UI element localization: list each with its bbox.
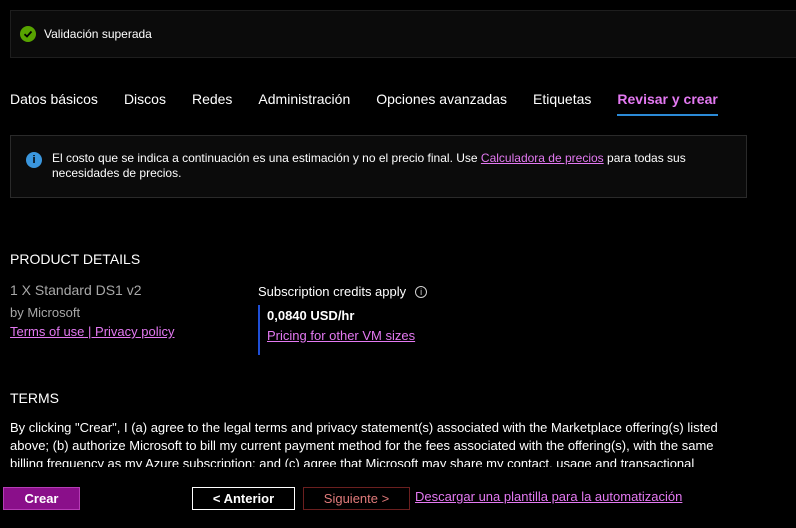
tab-etiquetas[interactable]: Etiquetas [533, 88, 591, 116]
privacy-policy-link[interactable]: Privacy policy [95, 324, 174, 339]
terms-of-use-link[interactable]: Terms of use [10, 324, 84, 339]
credits-label: Subscription credits apply [258, 284, 407, 299]
wizard-tabs: Datos básicos Discos Redes Administració… [10, 88, 744, 118]
page: Validación superada Datos básicos Discos… [0, 0, 796, 528]
price-block: 0,0840 USD/hr Pricing for other VM sizes [258, 305, 415, 355]
check-circle-icon [20, 26, 36, 42]
subscription-credits: Subscription credits apply i [258, 284, 428, 299]
pricing-calculator-link[interactable]: Calculadora de precios [481, 151, 604, 165]
product-name: 1 X Standard DS1 v2 [10, 282, 142, 298]
previous-button[interactable]: < Anterior [192, 487, 295, 510]
terms-heading: TERMS [10, 390, 59, 406]
pricing-info-text: El costo que se indica a continuación es… [52, 151, 736, 197]
policy-links: Terms of use | Privacy policy [10, 324, 175, 339]
terms-text: By clicking "Crear", I (a) agree to the … [10, 420, 718, 467]
tab-opciones-avanzadas[interactable]: Opciones avanzadas [376, 88, 507, 116]
info-text-before: El costo que se indica a continuación es… [52, 151, 478, 165]
validation-text: Validación superada [44, 27, 152, 41]
info-tooltip-icon[interactable]: i [415, 285, 428, 298]
tab-redes[interactable]: Redes [192, 88, 232, 116]
info-icon: i [26, 152, 42, 168]
download-template-link[interactable]: Descargar una plantilla para la automati… [415, 489, 682, 504]
create-button[interactable]: Crear [3, 487, 80, 510]
policy-separator: | [84, 324, 96, 339]
product-publisher: by Microsoft [10, 305, 81, 320]
next-button[interactable]: Siguiente > [303, 487, 410, 510]
product-details-heading: PRODUCT DETAILS [10, 251, 141, 267]
price-value: 0,0840 USD/hr [267, 308, 355, 323]
tab-revisar-y-crear[interactable]: Revisar y crear [617, 88, 718, 116]
pricing-info-box: i El costo que se indica a continuación … [10, 135, 747, 198]
tab-discos[interactable]: Discos [124, 88, 166, 116]
footer-bar: Crear < Anterior Siguiente > Descargar u… [0, 478, 796, 528]
tab-datos-basicos[interactable]: Datos básicos [10, 88, 98, 116]
tab-administracion[interactable]: Administración [258, 88, 350, 116]
validation-banner: Validación superada [10, 10, 796, 58]
pricing-other-sizes-link[interactable]: Pricing for other VM sizes [267, 328, 415, 343]
